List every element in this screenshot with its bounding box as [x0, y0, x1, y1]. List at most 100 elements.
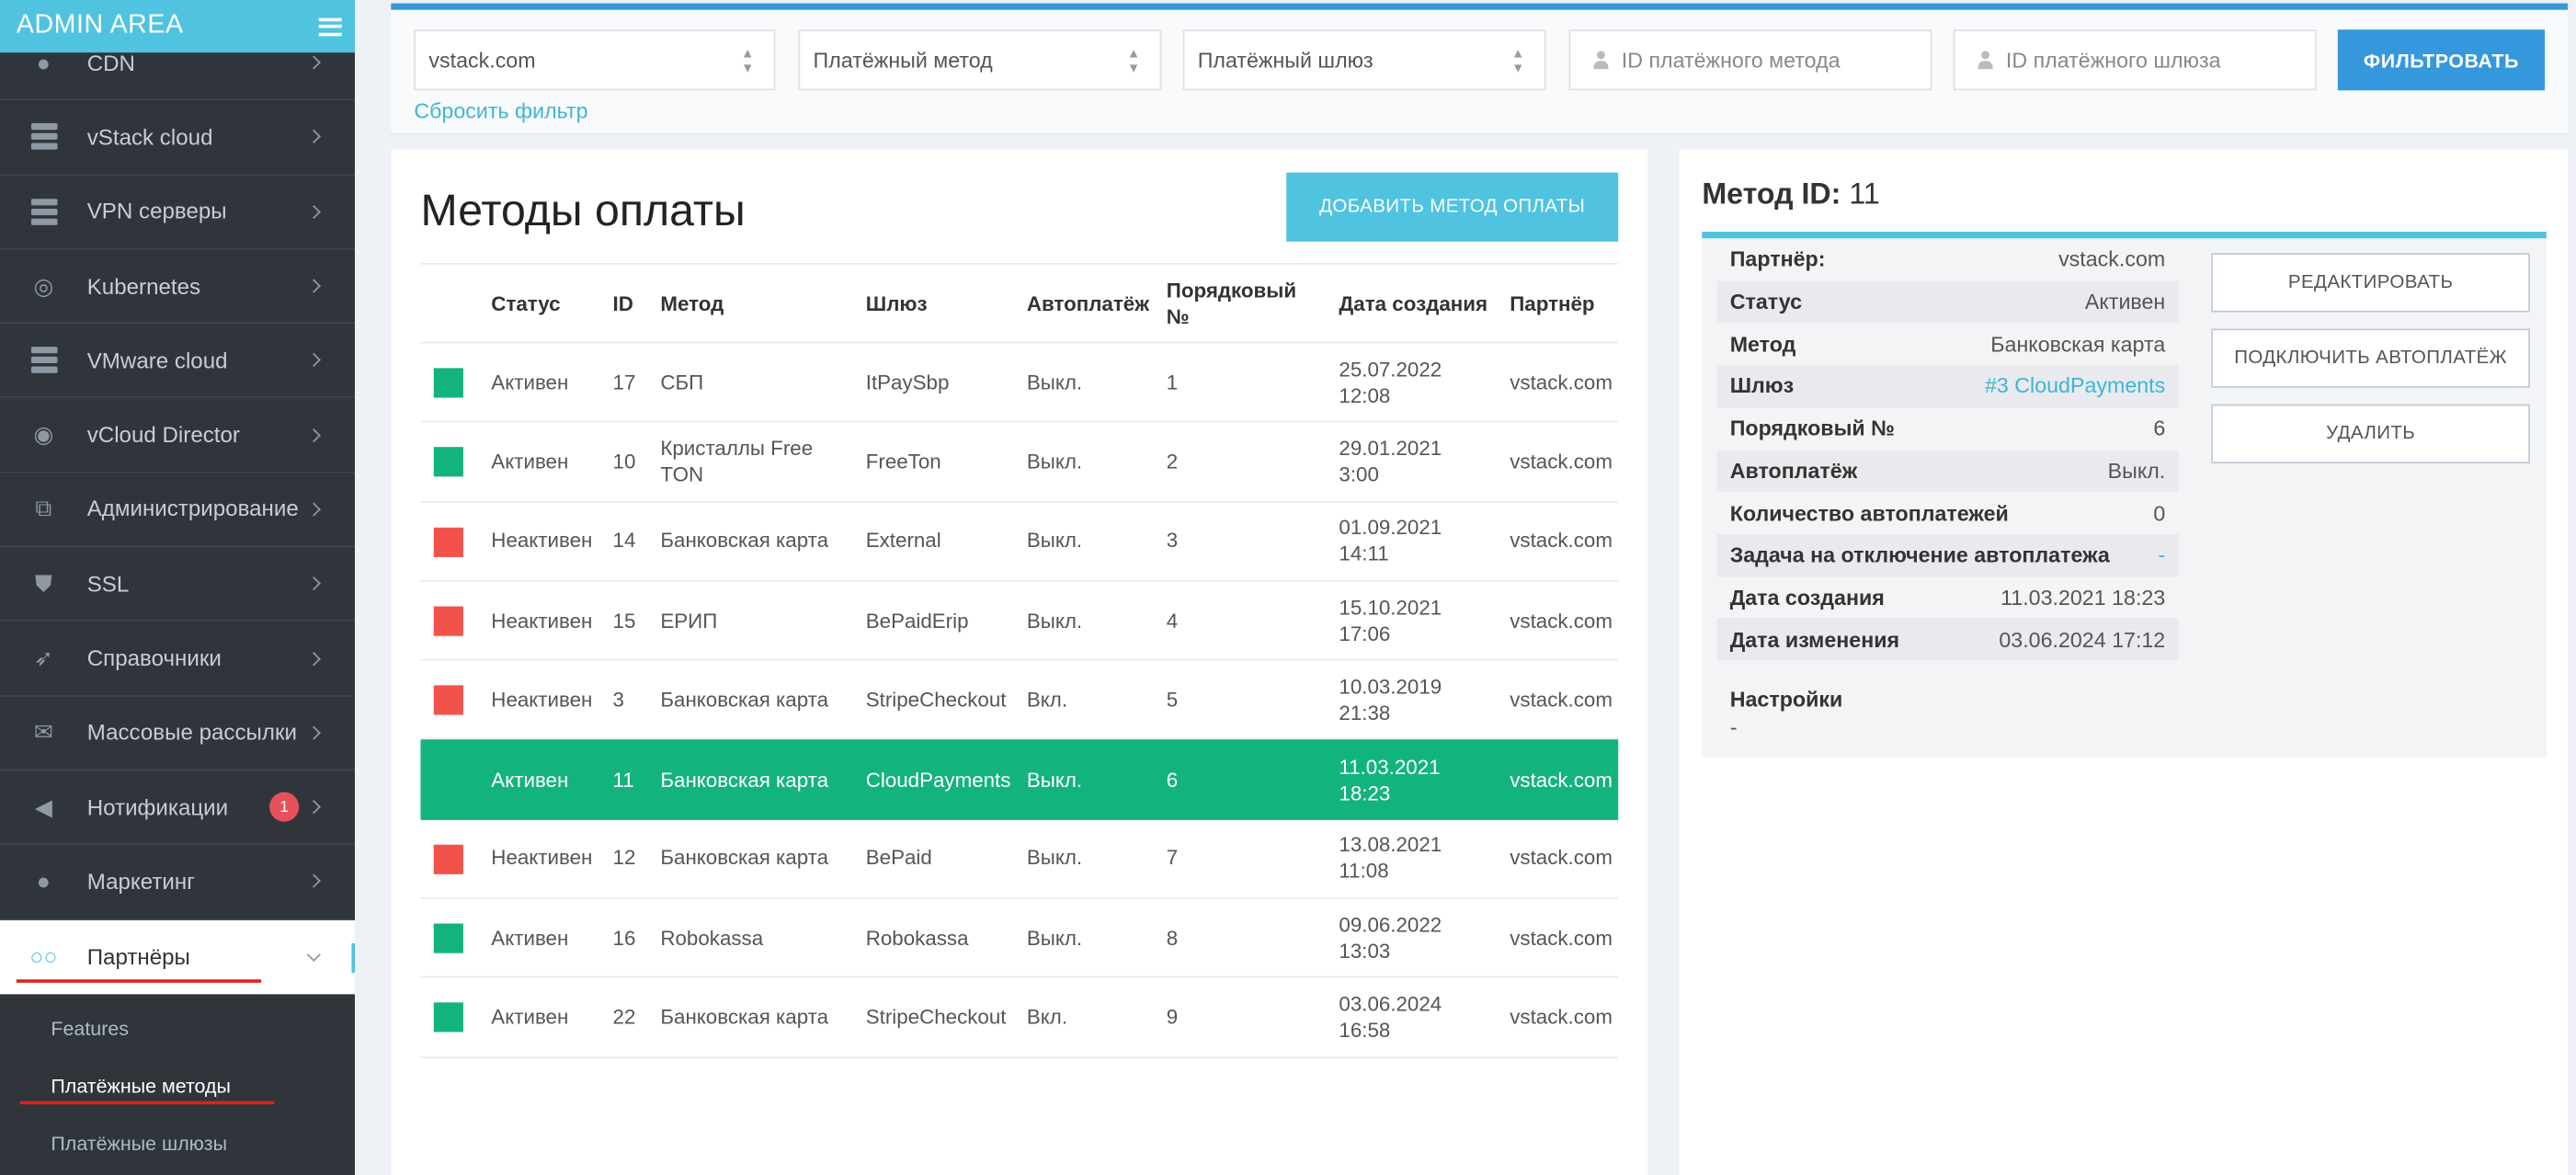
- table-body: Активен 17 СБП ItPaySbp Выкл. 1 25.07.2022 12:…: [420, 344, 1619, 1058]
- sitemap-icon: ⧉: [35, 495, 52, 522]
- cell-created: 11.03.2021 18:23: [1339, 755, 1441, 805]
- cell-autopay: Выкл.: [1026, 768, 1083, 792]
- sidebar-subitem-features[interactable]: Features: [0, 999, 355, 1057]
- detail-value: 0: [2153, 500, 2166, 526]
- enable-autopay-button[interactable]: ПОДКЛЮЧИТЬ АВТОПЛАТЁЖ: [2211, 328, 2530, 388]
- globe-icon: ●: [36, 49, 51, 76]
- cell-gateway: External: [865, 529, 941, 553]
- sidebar-item-12[interactable]: ○○ Партнёры: [0, 919, 355, 995]
- sidebar-item-8[interactable]: ➶ Справочники: [0, 622, 355, 697]
- cell-method: Банковская карта: [660, 1005, 829, 1029]
- table-row[interactable]: Активен 11 Банковская карта CloudPayments Вы…: [420, 740, 1619, 820]
- filter-button[interactable]: ФИЛЬТРОВАТЬ: [2337, 29, 2546, 91]
- sidebar-item-5[interactable]: ◉ vCloud Director: [0, 398, 355, 473]
- cell-autopay: Выкл.: [1026, 529, 1083, 553]
- sidebar-menu: ● CDN vStack cloud VPN серверы ◎ Kubernetes VM…: [0, 27, 355, 995]
- podcast-icon: ◉: [33, 420, 54, 448]
- gateway-id-input[interactable]: ID платёжного шлюза: [1953, 29, 2317, 91]
- detail-row: Автоплатёж Выкл.: [1716, 449, 2179, 492]
- table-row[interactable]: Активен 16 Robokassa Robokassa Выкл. 8 09.06.2…: [420, 899, 1619, 979]
- sidebar-item-9[interactable]: ✉ Массовые рассылки: [0, 696, 355, 771]
- column-header-gateway[interactable]: Шлюз: [866, 265, 928, 342]
- sidebar-item-2[interactable]: VPN серверы: [0, 176, 355, 250]
- cell-id: 3: [612, 688, 624, 712]
- sidebar-subitem-payment-methods[interactable]: Платёжные методы: [0, 1056, 355, 1114]
- column-header-method[interactable]: Метод: [660, 265, 724, 342]
- table-row[interactable]: Неактивен 14 Банковская карта External Выкл.…: [420, 502, 1619, 582]
- table-row[interactable]: Активен 10 Кристаллы Free TON FreeTon Выкл. 2…: [420, 423, 1619, 503]
- cell-gateway: FreeTon: [865, 450, 941, 473]
- table-row[interactable]: Активен 22 Банковская карта StripeCheckout В…: [420, 978, 1619, 1058]
- menu-toggle-icon[interactable]: [318, 17, 342, 36]
- sidebar-item-10[interactable]: ◀ Нотификации 1: [0, 770, 355, 846]
- detail-value: 03.06.2024 17:12: [1999, 627, 2166, 652]
- delete-button[interactable]: УДАЛИТЬ: [2211, 404, 2530, 464]
- column-header-order[interactable]: Порядковый №: [1167, 265, 1315, 342]
- add-payment-method-button[interactable]: ДОБАВИТЬ МЕТОД ОПЛАТЫ: [1286, 172, 1619, 242]
- table-row[interactable]: Неактивен 12 Банковская карта BePaid Выкл. 7 1…: [420, 820, 1619, 899]
- detail-key: Партнёр:: [1729, 246, 1826, 272]
- column-header-created[interactable]: Дата создания: [1339, 265, 1487, 342]
- method-id-input[interactable]: ID платёжного метода: [1568, 29, 1932, 91]
- sidebar-item-label: Партнёры: [86, 944, 190, 970]
- detail-key: Дата создания: [1729, 585, 1885, 610]
- edit-button[interactable]: РЕДАКТИРОВАТЬ: [2211, 253, 2530, 313]
- gateway-select[interactable]: Платёжный шлюз ▲ ▼: [1182, 29, 1546, 91]
- status-indicator: [433, 1002, 463, 1033]
- cell-status: Неактивен: [491, 688, 593, 712]
- table-row[interactable]: Неактивен 15 ЕРИП BePaidErip Выкл. 4 15.10.202…: [420, 582, 1619, 661]
- cell-gateway: BePaidErip: [865, 609, 969, 633]
- chevron-icon: [306, 130, 321, 144]
- status-indicator: [433, 527, 463, 557]
- partner-select-value: vstack.com: [428, 47, 536, 73]
- cell-gateway: Robokassa: [865, 926, 969, 950]
- sidebar-subitem-payment-gateways[interactable]: Платёжные шлюзы: [0, 1114, 355, 1172]
- reset-filter-link[interactable]: Сбросить фильтр: [414, 98, 587, 123]
- sidebar-item-4[interactable]: VMware cloud: [0, 324, 355, 399]
- table-row[interactable]: Активен 17 СБП ItPaySbp Выкл. 1 25.07.2022 12:…: [420, 344, 1619, 423]
- detail-row: Порядковый № 6: [1716, 407, 2178, 450]
- notification-badge: 1: [269, 792, 300, 822]
- volume-icon: ◀: [34, 793, 52, 820]
- cell-gateway: StripeCheckout: [865, 688, 1007, 712]
- detail-row: Дата создания 11.03.2021 18:23: [1716, 576, 2178, 619]
- cell-partner: vstack.com: [1510, 688, 1613, 712]
- page-title: Методы оплаты: [420, 185, 746, 235]
- sidebar-item-3[interactable]: ◎ Kubernetes: [0, 249, 355, 325]
- table-row[interactable]: Неактивен 3 Банковская карта StripeCheckout…: [420, 661, 1619, 741]
- cell-autopay: Выкл.: [1026, 371, 1083, 394]
- column-header-autopay[interactable]: Автоплатёж: [1027, 265, 1149, 342]
- chevron-icon: [306, 576, 321, 591]
- sidebar-item-label: Справочники: [86, 645, 222, 671]
- sidebar-item-7[interactable]: ⛊ SSL: [0, 547, 355, 622]
- chevron-icon: [306, 502, 321, 517]
- chevron-icon: [306, 800, 321, 815]
- detail-key: Дата изменения: [1729, 627, 1900, 652]
- server-icon: [0, 198, 87, 225]
- column-header-partner[interactable]: Партнёр: [1510, 265, 1594, 342]
- cell-method: Банковская карта: [660, 688, 829, 712]
- sidebar-item-11[interactable]: ● Маркетинг: [0, 845, 355, 920]
- cell-id: 12: [612, 847, 636, 871]
- method-select[interactable]: Платёжный метод ▲ ▼: [798, 29, 1162, 91]
- cell-autopay: Вкл.: [1026, 1005, 1068, 1029]
- cell-method: Банковская карта: [660, 847, 829, 871]
- select-arrows-icon: ▲ ▼: [1511, 46, 1525, 76]
- detail-value-link[interactable]: #3 CloudPayments: [1985, 374, 2165, 399]
- status-indicator: [433, 923, 463, 953]
- cell-created: 09.06.2022 13:03: [1339, 913, 1442, 963]
- cell-autopay: Выкл.: [1026, 926, 1083, 950]
- settings-value: -: [1729, 714, 1738, 740]
- column-header-status[interactable]: Статус: [491, 265, 560, 342]
- method-detail-panel: Метод ID: 11 Партнёр: vstack.com Статус Акт…: [1679, 149, 2569, 1175]
- partner-select[interactable]: vstack.com ▲ ▼: [414, 29, 776, 91]
- detail-value-link[interactable]: -: [2158, 542, 2165, 567]
- sidebar-item-6[interactable]: ⧉ Администрирование: [0, 473, 355, 548]
- cell-order: 2: [1166, 450, 1179, 473]
- payment-methods-panel: Методы оплаты ДОБАВИТЬ МЕТОД ОПЛАТЫ Стат…: [391, 149, 1648, 1175]
- method-select-value: Платёжный метод: [813, 47, 993, 73]
- sidebar-item-1[interactable]: vStack cloud: [0, 101, 355, 176]
- cell-method: СБП: [660, 371, 704, 394]
- column-header-id[interactable]: ID: [613, 265, 633, 342]
- cell-id: 17: [612, 371, 636, 394]
